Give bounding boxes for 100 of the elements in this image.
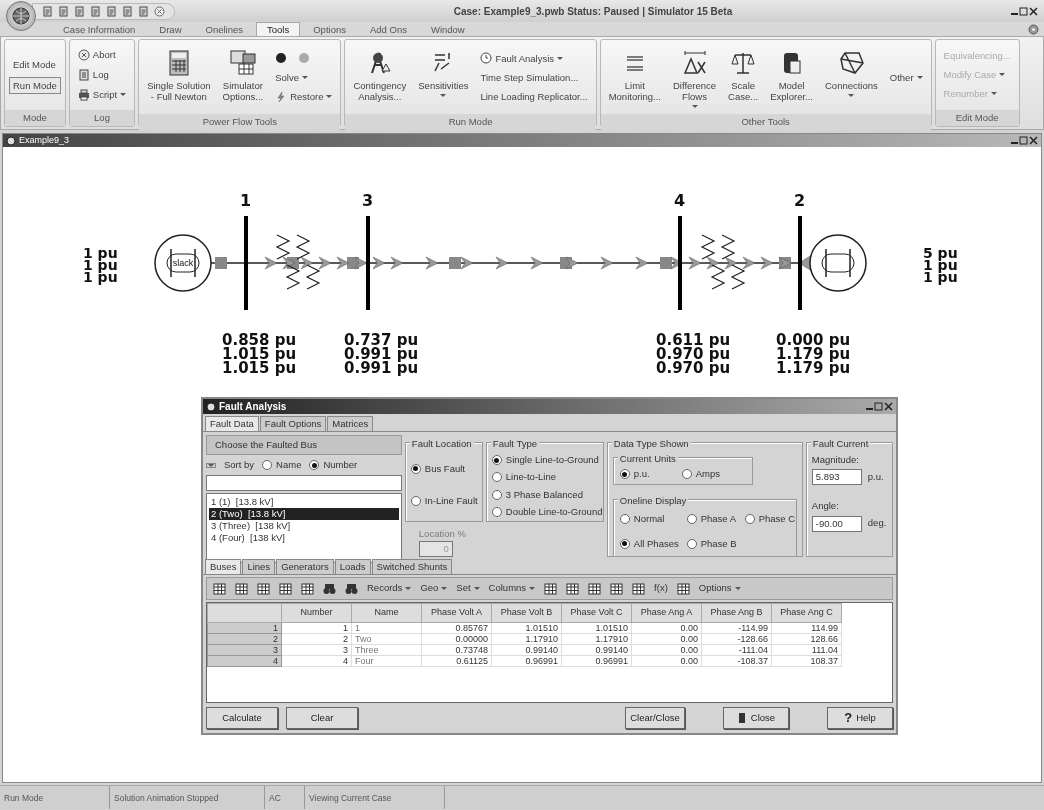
tab[interactable]: Fault Options [259, 416, 327, 431]
column-header[interactable]: Phase Ang A [631, 603, 702, 623]
ribbon-button[interactable]: Restore [271, 88, 337, 105]
radio-option[interactable]: p.u. [619, 467, 650, 482]
radio-button[interactable] [491, 455, 502, 466]
radio-button[interactable] [410, 495, 421, 506]
toolbar-button[interactable] [630, 582, 648, 595]
dialog-button[interactable]: Close [723, 707, 789, 729]
tab[interactable]: Fault Data [205, 416, 259, 431]
radio-option[interactable]: Line-to-Line [491, 470, 598, 485]
ribbon-button[interactable]: Log [73, 66, 131, 83]
tab[interactable]: Buses [205, 559, 242, 574]
radio-button[interactable] [262, 460, 273, 471]
ribbon-tab[interactable]: Window [419, 22, 476, 36]
ribbon-button[interactable]: Contingency Analysis... [349, 42, 411, 112]
dialog-button[interactable]: ? Help [827, 707, 893, 729]
tab[interactable]: Matrices [327, 416, 374, 431]
toolbar-button[interactable] [277, 582, 294, 595]
quick-access-button[interactable] [105, 4, 118, 18]
bus-list-item[interactable]: 4 (Four) [138 kV] [209, 531, 399, 544]
toolbar-menu[interactable]: Columns [486, 581, 538, 596]
quick-access-button[interactable] [137, 4, 150, 18]
radio-button[interactable] [410, 463, 421, 474]
radio-option[interactable]: Bus Fault [410, 461, 477, 477]
ribbon-button[interactable]: Time Step Simulation... [476, 70, 592, 85]
ribbon-button[interactable]: Fault Analysis [476, 50, 592, 66]
toolbar-button[interactable] [564, 582, 582, 595]
radio-button[interactable] [491, 506, 502, 517]
quick-access-button[interactable] [153, 4, 166, 18]
radio-button[interactable] [619, 469, 630, 480]
column-header[interactable]: Phase Volt B [491, 603, 562, 623]
dialog-button[interactable]: Clear [286, 707, 358, 729]
ribbon-button[interactable]: Abort [73, 46, 131, 63]
toolbar-button[interactable] [299, 582, 316, 595]
ribbon-button[interactable]: Script [73, 86, 131, 103]
quick-access-button[interactable] [89, 4, 102, 18]
ribbon-button[interactable]: Other [885, 69, 927, 85]
toolbar-button[interactable] [233, 582, 250, 595]
ribbon-tab[interactable]: Draw [148, 22, 193, 36]
ribbon-tab[interactable]: Case Information [52, 22, 147, 36]
toolbar-button[interactable] [255, 582, 272, 595]
column-header[interactable]: Phase Ang B [701, 603, 772, 623]
radio-button[interactable] [619, 538, 630, 549]
quick-access-button[interactable] [121, 4, 134, 18]
radio-option[interactable]: 3 Phase Balanced [491, 487, 598, 502]
toolbar-menu[interactable]: Options [696, 581, 743, 596]
radio-button[interactable] [491, 489, 502, 500]
radio-option[interactable]: Name [262, 458, 302, 473]
tab[interactable]: Loads [334, 559, 371, 574]
dropdown-button[interactable] [206, 462, 216, 468]
tab[interactable]: Generators [276, 559, 334, 574]
column-header[interactable]: Number [281, 603, 352, 623]
radio-button[interactable] [619, 514, 630, 525]
radio-button[interactable] [686, 514, 697, 525]
radio-option[interactable]: All Phases [619, 536, 679, 551]
tab[interactable]: Lines [242, 559, 276, 574]
radio-option[interactable]: Phase B [686, 536, 737, 551]
app-menu-button[interactable] [6, 1, 36, 31]
radio-option[interactable]: Amps [681, 467, 720, 482]
ribbon-tab[interactable]: Tools [256, 22, 301, 36]
toolbar-button[interactable] [211, 582, 228, 595]
toolbar-menu[interactable]: Geo [418, 581, 450, 596]
radio-button[interactable] [309, 460, 320, 471]
toolbar-button[interactable] [321, 582, 338, 595]
ribbon-button[interactable]: Model Explorer... [766, 42, 817, 112]
column-header[interactable]: Phase Volt A [421, 603, 492, 623]
mode-button[interactable]: Edit Mode [9, 55, 61, 73]
radio-button[interactable] [744, 514, 755, 525]
toolbar-button[interactable] [608, 582, 626, 595]
ribbon-tab[interactable]: Onelines [194, 22, 254, 36]
ribbon-button[interactable]: Line Loading Replicator... [476, 89, 592, 104]
value-field[interactable]: -90.00 [811, 515, 862, 532]
column-header[interactable]: Phase Volt C [561, 603, 632, 623]
ribbon-button[interactable]: Limit Monitoring... [604, 42, 665, 112]
radio-button[interactable] [491, 472, 502, 483]
column-header[interactable]: Phase Ang C [771, 603, 842, 623]
bus-list-item[interactable]: 3 (Three) [138 kV] [209, 519, 399, 532]
toolbar-menu[interactable]: Records [365, 581, 414, 596]
bus-list-item[interactable]: 2 (Two) [13.8 kV] [209, 507, 399, 520]
ribbon-tab[interactable]: Add Ons [358, 22, 418, 36]
radio-option[interactable]: Normal [619, 512, 679, 527]
ribbon-button[interactable]: Difference Flows [668, 42, 721, 112]
radio-button[interactable] [686, 538, 697, 549]
toolbar-button[interactable] [542, 582, 560, 595]
quick-access-button[interactable] [41, 4, 54, 18]
ribbon-button[interactable]: Sensitivities [414, 42, 473, 112]
radio-option[interactable]: Phase C [744, 512, 796, 527]
ribbon-button[interactable]: Scale Case... [724, 42, 763, 112]
radio-option[interactable]: Number [309, 458, 358, 473]
ribbon-button[interactable]: Single Solution - Full Newton [143, 42, 215, 112]
search-field[interactable] [206, 474, 402, 491]
ribbon-button[interactable]: Solve [271, 69, 337, 85]
ribbon-button[interactable]: Simulator Options... [218, 42, 268, 112]
column-header[interactable]: Name [351, 603, 422, 623]
radio-button[interactable] [681, 469, 692, 480]
tab[interactable]: Switched Shunts [371, 559, 453, 574]
dialog-button[interactable]: Calculate [206, 707, 278, 729]
toolbar-menu[interactable]: Set [454, 581, 482, 596]
toolbar-button[interactable] [674, 582, 692, 595]
value-field[interactable]: 5.893 [811, 469, 862, 486]
